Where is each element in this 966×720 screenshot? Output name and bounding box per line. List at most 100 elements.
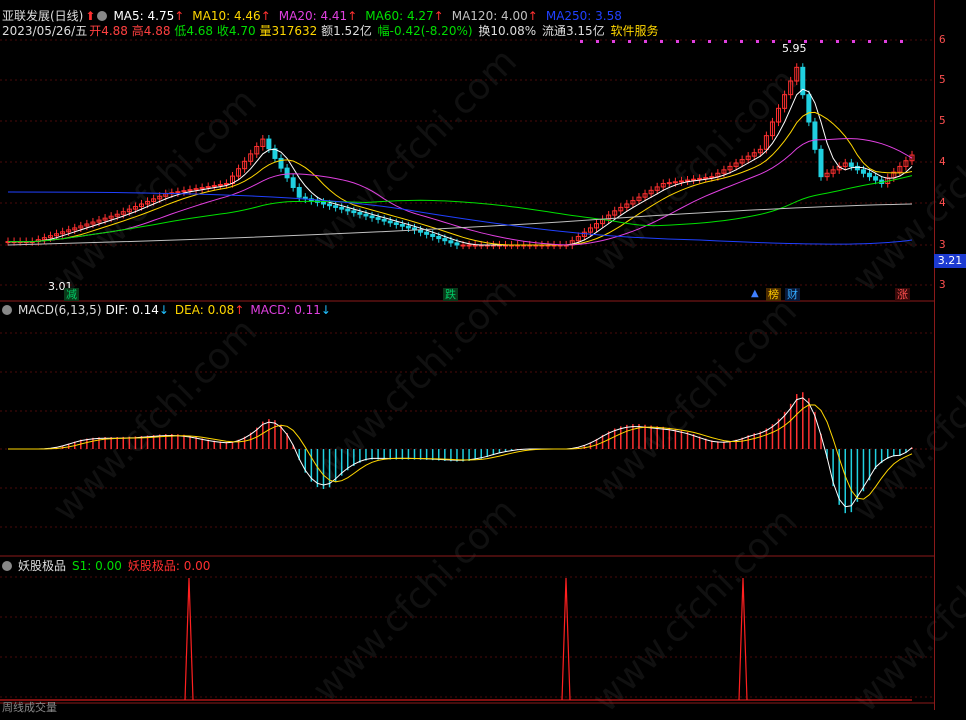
stock-name[interactable]: 亚联发展(日线) [2,9,83,23]
settings-toggle-icon[interactable] [97,10,108,21]
macd-toggle-icon[interactable] [2,304,12,315]
signal-dot [900,40,903,43]
candle-body [339,206,345,210]
signal-dot [660,40,663,43]
signal-dot [852,40,855,43]
yaogu-spike [738,577,748,701]
price-axis-tick: 4 [939,196,946,209]
triangle-up-icon: ▲ [751,288,759,299]
signal-dot [596,40,599,43]
price-axis-tick: 5 [939,73,946,86]
macd-value: MACD: 0.11 [250,303,321,317]
candle-body [375,217,381,220]
yaogu-spike [184,577,194,701]
info-sector[interactable]: 软件服务 [611,24,659,38]
candle-body [393,222,399,226]
info-amount: 额1.52亿 [321,24,372,38]
yaogu-header: 妖股极品 S1: 0.00 妖股极品: 0.00 [2,558,216,574]
candle-body [345,208,351,212]
info-date: 2023/05/26/五 [2,24,88,38]
ma-label-5: MA250: 3.58 [545,9,622,23]
badge-rise[interactable]: 涨 [895,288,910,301]
price-axis-tick: 3 [939,278,946,291]
price-axis-tick: 6 [939,33,946,46]
badge-reduce[interactable]: 减 [64,288,79,301]
info-float: 流通3.15亿 [541,24,605,38]
candle-body [363,213,369,217]
candle-body [381,218,387,222]
candle-body [387,220,393,224]
signal-dot [884,40,887,43]
candle-body [806,94,812,123]
ma-label-4: MA120: 4.00 [451,9,528,23]
candle-body [672,181,678,184]
candle-body [867,172,873,178]
yaogu-val: 妖股极品: 0.00 [127,559,211,573]
candle-body [697,177,703,180]
ma-arrow-icon: ↑ [260,9,271,23]
candle-body [351,210,357,214]
bottom-indicator-label: 周线成交量 [2,701,57,714]
candle-body [873,176,879,181]
candle-body [327,203,333,207]
candle-body [369,215,375,219]
current-price-box: 3.21 [934,254,966,268]
info-high: 高4.88 [131,24,171,38]
candle-body [442,238,448,242]
signal-dot [628,40,631,43]
candle-body [320,201,326,205]
stock-chart[interactable] [0,0,934,710]
up-arrow-icon: ⬆ [85,9,96,23]
price-axis-tick: 3 [939,238,946,251]
info-close: 收4.70 [216,24,256,38]
badge-rank[interactable]: 榜 [766,288,781,301]
candle-body [818,148,824,178]
candle-body [678,180,684,183]
candle-body [860,169,866,174]
candle-body [848,162,854,167]
badge-fall[interactable]: 跌 [443,288,458,301]
signal-dot [772,40,775,43]
candle-body [691,178,697,181]
macd-header: MACD(6,13,5) DIF: 0.14↓ DEA: 0.08↑ MACD: 0.… [2,302,337,318]
signal-dot [740,40,743,43]
candle-body [466,244,472,247]
signal-dot [724,40,727,43]
candle-body [284,167,290,179]
ma-list: MA5: 4.75↑ MA10: 4.46↑ MA20: 4.41↑ MA60: 4.… [113,9,629,23]
signal-dot [644,40,647,43]
candle-body [709,176,715,179]
macd-title[interactable]: MACD(6,13,5) [18,303,102,317]
candle-body [703,177,709,180]
macd-arrow: ↓ [320,303,331,317]
info-header: 2023/05/26/五 开4.88 高4.88 低4.68 收4.70 量317… [2,23,665,39]
macd-dif-arrow: ↓ [158,303,169,317]
badge-finance[interactable]: 财 [785,288,800,301]
yaogu-toggle-icon[interactable] [2,560,12,571]
yaogu-s1: S1: 0.00 [72,559,122,573]
candle-body [424,231,430,235]
macd-dea-arrow: ↑ [234,303,245,317]
info-change: 幅-0.42(-8.20%) [377,24,473,38]
macd-dif: DIF: 0.14 [105,303,159,317]
price-axis-tick: 4 [939,155,946,168]
ma-header: 亚联发展(日线) ⬆ MA5: 4.75↑ MA10: 4.46↑ MA20: 4.41… [2,8,630,24]
candle-body [454,242,460,246]
ma-label-2: MA20: 4.41 [278,9,348,23]
candle-body [266,138,272,150]
candle-body [460,244,466,247]
macd-dea: DEA: 0.08 [174,303,235,317]
high-price-label: 5.95 [782,42,807,55]
yaogu-title[interactable]: 妖股极品 [18,559,66,573]
candle-body [812,121,818,150]
candle-body [357,212,363,215]
signal-dot [868,40,871,43]
signal-dot [580,40,583,43]
signal-dot [708,40,711,43]
price-axis: 6 5 5 4 4 3 3 [934,0,966,710]
info-low: 低4.68 [174,24,214,38]
dea-line [8,404,913,500]
ma10-line [8,111,913,246]
info-open: 开4.88 [89,24,128,38]
candle-body [666,182,672,185]
